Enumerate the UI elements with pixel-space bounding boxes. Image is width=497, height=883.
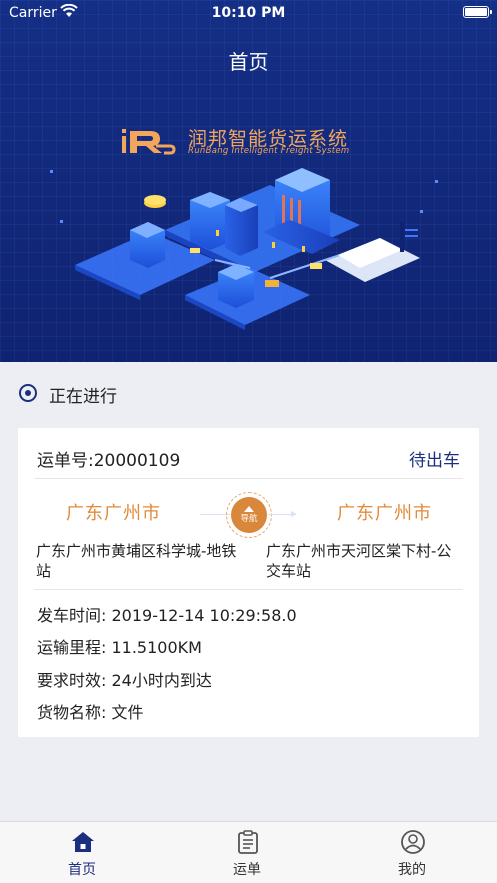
route-arrow [268, 511, 297, 517]
tab-bar: 首页 运单 我的 [0, 821, 497, 883]
battery-icon [463, 6, 492, 18]
clock: 10:10 PM [211, 5, 286, 21]
navigate-icon: 导航 [231, 497, 267, 533]
in-progress-section-header: 正在进行 [0, 362, 497, 424]
navigate-button[interactable]: 导航 [226, 492, 272, 538]
tab-orders[interactable]: 运单 [187, 822, 307, 883]
arrow-up-icon [244, 506, 254, 512]
page-title: 首页 [228, 50, 269, 74]
tab-label: 运单 [233, 862, 261, 878]
brand-name-en: RunBang Intelligent Freight System [188, 146, 350, 156]
destination-city: 广东广州市 [337, 503, 432, 524]
transport-distance: 运输里程: 11.5100KM [37, 638, 202, 657]
target-icon [19, 384, 37, 402]
tab-home[interactable]: 首页 [22, 822, 142, 883]
divider [34, 589, 463, 590]
tab-label: 我的 [398, 862, 426, 878]
header-banner: Carrier 10:10 PM 首页 润邦智能货运系统 RunBang Int… [0, 0, 497, 362]
city-logistics-illustration [50, 168, 438, 330]
user-icon [401, 830, 425, 854]
home-icon [72, 832, 94, 852]
origin-address: 广东广州市黄埔区科学城-地铁站 [36, 542, 237, 580]
divider [34, 478, 463, 479]
tab-label: 首页 [68, 862, 96, 878]
brand-logo-block: 润邦智能货运系统 RunBang Intelligent Freight Sys… [120, 124, 380, 160]
cargo-name: 货物名称: 文件 [37, 703, 144, 722]
time-limit: 要求时效: 24小时内到达 [37, 671, 212, 690]
status-bar: Carrier 10:10 PM [0, 0, 497, 26]
brand-logo-icon [122, 129, 176, 155]
navigate-label: 导航 [240, 514, 258, 524]
clipboard-icon [238, 830, 258, 854]
section-title: 正在进行 [49, 387, 117, 407]
tab-profile[interactable]: 我的 [352, 822, 472, 883]
destination-address: 广东广州市天河区棠下村-公交车站 [266, 542, 452, 580]
order-number: 运单号:20000109 [37, 451, 181, 471]
order-status: 待出车 [409, 451, 460, 471]
origin-city: 广东广州市 [66, 503, 161, 524]
departure-time: 发车时间: 2019-12-14 10:29:58.0 [37, 606, 297, 625]
order-card[interactable]: 运单号:20000109 待出车 广东广州市 导航 广东广州市 广东广州市黄埔区… [18, 428, 479, 737]
